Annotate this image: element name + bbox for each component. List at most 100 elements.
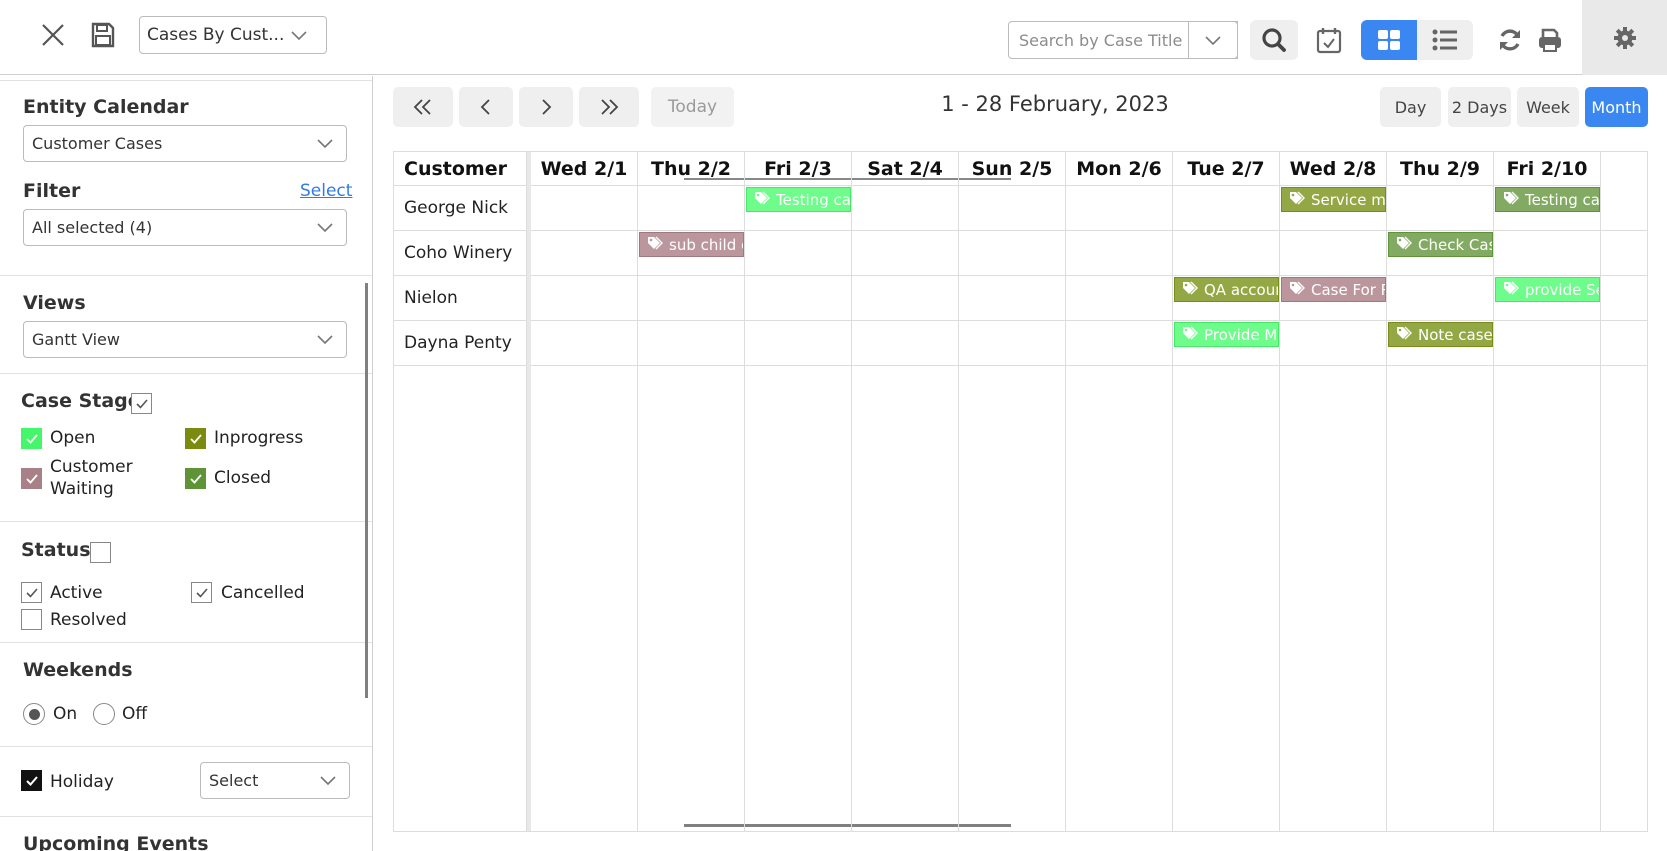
case-event-title: Testing case	[1525, 190, 1600, 209]
entity-calendar-select[interactable]: Customer Cases	[23, 125, 347, 162]
first-page-button[interactable]	[393, 87, 453, 127]
calendar-view-select-value: Cases By Cust...	[147, 25, 285, 45]
day-header: Thu 2/2	[638, 152, 745, 186]
stage-closed-label: Closed	[214, 468, 272, 488]
days-area: Wed 2/1 Thu 2/2 Fri 2/3 Sat 2/4 Sun 2/5 Mon 2…	[531, 152, 1647, 831]
views-label: Views	[23, 292, 86, 314]
row-divider	[531, 365, 1647, 366]
divider	[0, 521, 372, 522]
radio-selected-dot	[28, 708, 40, 720]
list-view-button[interactable]	[1417, 20, 1473, 60]
mode-week-button[interactable]: Week	[1517, 87, 1579, 127]
check-icon	[135, 398, 148, 409]
status-active-checkbox[interactable]	[21, 582, 42, 603]
weekends-on-radio[interactable]	[23, 703, 45, 725]
chevron-left-icon	[480, 99, 490, 115]
case-event[interactable]: Testing case	[1495, 187, 1600, 212]
date-range-title: 1 - 28 February, 2023	[941, 92, 1169, 116]
day-column[interactable]	[638, 186, 745, 831]
mode-day-button[interactable]: Day	[1380, 87, 1441, 127]
status-all-checkbox[interactable]	[90, 542, 111, 563]
views-select[interactable]: Gantt View	[23, 321, 347, 358]
print-icon[interactable]	[1534, 22, 1566, 58]
chevron-down-icon	[319, 772, 337, 791]
case-event[interactable]: Provide Maintenance	[1174, 322, 1279, 347]
grid-view-button[interactable]	[1361, 20, 1417, 60]
day-column[interactable]	[1387, 186, 1494, 831]
close-icon[interactable]	[38, 20, 68, 50]
status-cancelled-checkbox[interactable]	[191, 582, 212, 603]
save-icon[interactable]	[88, 20, 118, 50]
holiday-select-value: Select	[209, 771, 259, 790]
stage-inprogress-checkbox[interactable]	[185, 428, 206, 449]
views-value: Gantt View	[32, 330, 120, 349]
previous-button[interactable]	[459, 87, 513, 127]
next-button[interactable]	[519, 87, 573, 127]
case-event[interactable]: QA account	[1174, 277, 1279, 302]
stage-customer-waiting-checkbox[interactable]	[21, 468, 42, 489]
calendar-check-icon[interactable]	[1312, 22, 1346, 58]
upcoming-events-label: Upcoming Events	[23, 833, 209, 851]
status-resolved-checkbox[interactable]	[21, 609, 42, 630]
status-active-label: Active	[50, 583, 103, 603]
double-chevron-right-icon	[601, 99, 619, 115]
mode-month-button[interactable]: Month	[1585, 87, 1648, 127]
chevron-down-icon	[316, 135, 334, 154]
day-header: Wed 2/8	[1280, 152, 1387, 186]
case-event[interactable]: Check Case ...	[1388, 232, 1493, 257]
tag-icon	[754, 191, 770, 209]
search-field-dropdown[interactable]	[1188, 21, 1238, 59]
today-button[interactable]: Today	[651, 87, 734, 127]
day-column[interactable]	[531, 186, 638, 831]
case-event[interactable]: provide Service	[1495, 277, 1600, 302]
weekends-off-label: Off	[122, 704, 148, 724]
weekends-on-label: On	[53, 704, 78, 724]
day-column[interactable]	[745, 186, 852, 831]
holiday-select[interactable]: Select	[200, 762, 350, 799]
tag-icon	[1289, 191, 1305, 209]
day-header: Mon 2/6	[1066, 152, 1173, 186]
case-event[interactable]: Testing case	[746, 187, 851, 212]
stage-closed-checkbox[interactable]	[185, 468, 206, 489]
mode-2days-button[interactable]: 2 Days	[1448, 87, 1511, 127]
calendar-view-select[interactable]: Cases By Cust...	[139, 16, 327, 54]
case-event[interactable]: sub child case	[639, 232, 744, 257]
sidebar-scrollbar[interactable]	[365, 283, 368, 698]
weekends-off-radio[interactable]	[93, 703, 115, 725]
entity-calendar-label: Entity Calendar	[23, 96, 189, 118]
divider	[0, 373, 372, 374]
day-column[interactable]	[1066, 186, 1173, 831]
last-page-button[interactable]	[579, 87, 639, 127]
day-header: Wed 2/1	[531, 152, 638, 186]
sidebar: Entity Calendar Customer Cases Filter Se…	[0, 76, 373, 851]
check-icon	[25, 433, 38, 444]
case-stage-all-checkbox[interactable]	[131, 393, 152, 414]
day-header: Fri 2/3	[745, 152, 852, 186]
divider	[0, 642, 372, 643]
stage-open-label: Open	[50, 428, 96, 448]
filter-select-link[interactable]: Select	[300, 181, 352, 201]
day-column[interactable]	[852, 186, 959, 831]
resource-row: Dayna Penty	[394, 321, 527, 366]
day-header: Sat 2/4	[852, 152, 959, 186]
case-event[interactable]: Note case	[1388, 322, 1493, 347]
grid-view-icon	[1378, 30, 1400, 50]
case-event[interactable]: Service maintenance	[1281, 187, 1386, 212]
holiday-checkbox[interactable]	[21, 770, 42, 791]
status-cancelled-label: Cancelled	[221, 583, 305, 603]
case-event-title: Note case	[1418, 325, 1493, 344]
settings-button[interactable]	[1582, 0, 1667, 75]
row-divider	[531, 230, 1647, 231]
stage-open-checkbox[interactable]	[21, 428, 42, 449]
status-resolved-label: Resolved	[50, 610, 127, 630]
resource-row: Nielon	[394, 276, 527, 321]
case-event[interactable]: Case For Repair	[1281, 277, 1386, 302]
filter-select[interactable]: All selected (4)	[23, 209, 347, 246]
refresh-icon[interactable]	[1494, 22, 1526, 58]
check-icon	[195, 587, 208, 598]
top-toolbar: Cases By Cust... Search by Case Title	[0, 0, 1667, 75]
day-column[interactable]	[959, 186, 1066, 831]
search-button[interactable]	[1250, 20, 1298, 60]
tag-icon	[1503, 191, 1519, 209]
case-event-title: provide Service	[1525, 280, 1599, 299]
